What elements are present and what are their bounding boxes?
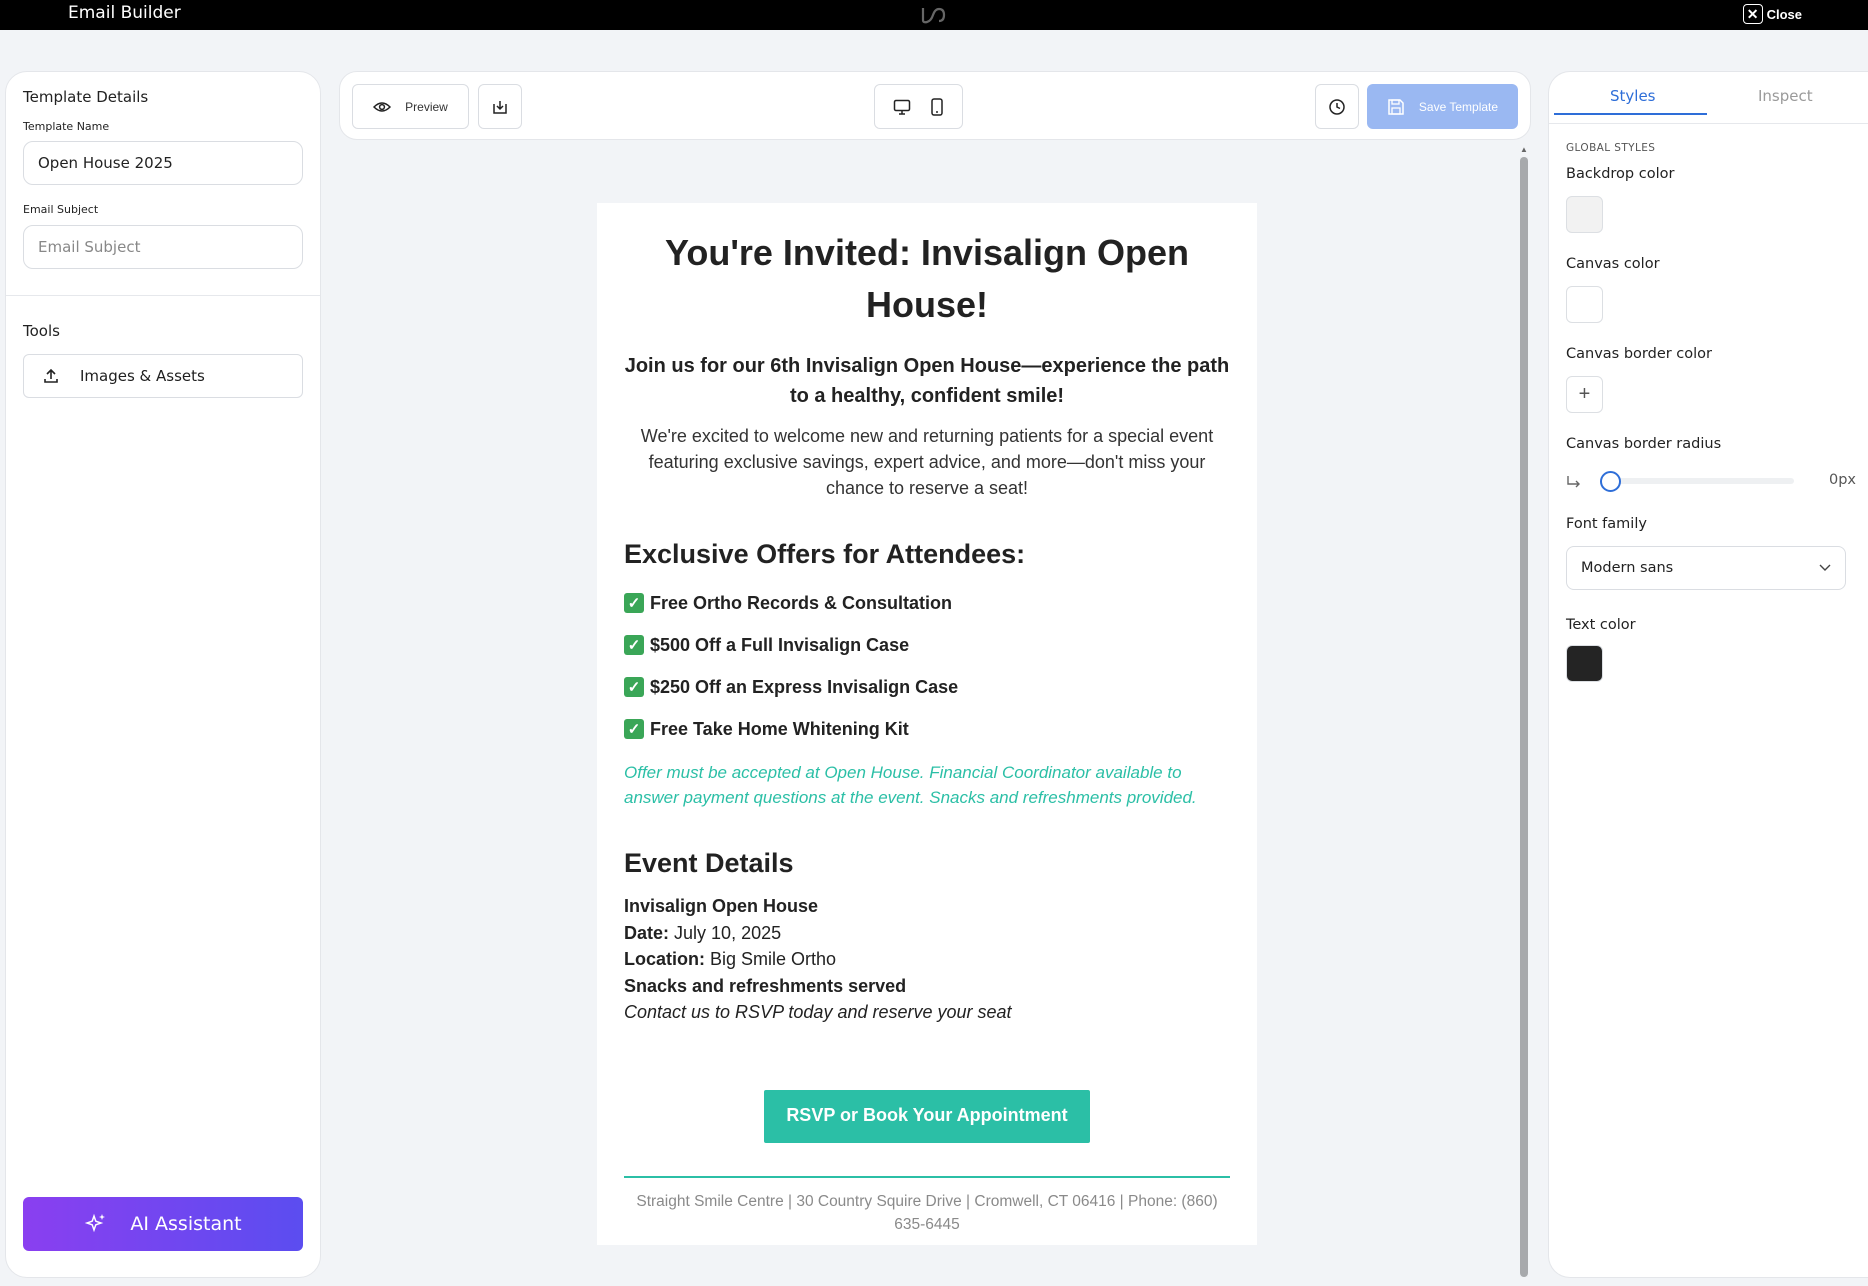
editor-toolbar: Preview Save Template [339,71,1531,140]
template-name-input[interactable] [23,141,303,185]
device-toggle [874,84,963,129]
checkmark-icon: ✓ [624,593,644,613]
top-bar: Email Builder ✕ Close [0,0,1868,30]
app-title: Email Builder [68,3,181,23]
email-subheading[interactable]: Join us for our 6th Invisalign Open Hous… [624,351,1230,411]
checkmark-icon: ✓ [624,719,644,739]
checkmark-icon: ✓ [624,677,644,697]
canvas-border-radius-label: Canvas border radius [1566,436,1722,452]
save-icon [1388,98,1404,115]
preview-label: Preview [405,99,448,114]
eye-icon [373,101,392,112]
border-radius-value: 0px [1828,472,1856,488]
close-label: Close [1766,6,1802,22]
offer-text: $250 Off an Express Invisalign Case [650,676,959,697]
right-panel: Styles Inspect GLOBAL STYLES Backdrop co… [1548,71,1868,1278]
date-value: July 10, 2025 [674,922,782,943]
checkmark-icon: ✓ [624,635,644,655]
canvas-scrollbar[interactable]: ▲ [1519,145,1529,1280]
backdrop-color-label: Backdrop color [1566,166,1675,182]
font-family-value: Modern sans [1581,560,1674,576]
canvas-color-swatch[interactable] [1566,286,1603,323]
images-assets-button[interactable]: Images & Assets [23,354,303,398]
mobile-icon[interactable] [930,97,944,116]
desktop-icon[interactable] [893,99,911,115]
backdrop-color-swatch[interactable] [1566,196,1603,233]
offer-item[interactable]: ✓ $250 Off an Express Invisalign Case [624,666,1230,708]
offer-item[interactable]: ✓ $500 Off a Full Invisalign Case [624,624,1230,666]
footer-divider [624,1175,1230,1178]
plus-icon: + [1578,383,1591,405]
font-family-select[interactable]: Modern sans [1566,546,1846,590]
global-styles-heading: GLOBAL STYLES [1566,142,1656,154]
save-template-label: Save Template [1418,99,1499,114]
corner-radius-icon [1567,476,1580,488]
location-value: Big Smile Ortho [710,949,837,969]
canvas-color-label: Canvas color [1566,256,1660,272]
font-family-label: Font family [1566,516,1647,532]
tab-inspect[interactable]: Inspect [1758,87,1813,105]
email-subject-input[interactable] [23,225,303,269]
text-color-label: Text color [1566,617,1636,633]
offer-text: Free Ortho Records & Consultation [650,592,953,613]
snacks-text: Snacks and refreshments served [624,975,907,996]
brand-logo-icon [921,7,946,24]
border-radius-slider-thumb[interactable] [1600,471,1621,492]
close-icon: ✕ [1742,4,1763,24]
event-date[interactable]: Date: July 10, 2025 [624,920,1230,947]
panel-tabs: Styles Inspect [1549,72,1868,124]
canvas-border-color-label: Canvas border color [1566,346,1713,362]
location-label: Location: [624,949,705,969]
event-name-text: Invisalign Open House [624,896,819,916]
email-canvas[interactable]: You're Invited: Invisalign Open House! J… [597,203,1257,1245]
offer-text: $500 Off a Full Invisalign Case [650,634,910,655]
divider [6,295,320,296]
event-contact[interactable]: Contact us to RSVP today and reserve you… [624,999,1230,1026]
text-color-swatch[interactable] [1566,645,1603,682]
email-subject-label: Email Subject [23,203,99,216]
email-footer[interactable]: Straight Smile Centre | 30 Country Squir… [624,1190,1230,1236]
offer-note[interactable]: Offer must be accepted at Open House. Fi… [624,760,1230,810]
event-heading[interactable]: Event Details [624,848,1230,879]
tab-styles[interactable]: Styles [1610,87,1656,105]
import-button[interactable] [478,84,522,129]
date-label: Date: [624,922,670,943]
upload-icon [44,368,58,383]
close-button[interactable]: ✕ Close [1742,4,1802,24]
template-name-label: Template Name [23,120,110,133]
template-details-title: Template Details [23,88,149,106]
sparkles-icon [85,1213,106,1233]
ai-assistant-label: AI Assistant [130,1213,242,1235]
history-button[interactable] [1315,84,1359,129]
email-heading[interactable]: You're Invited: Invisalign Open House! [624,227,1230,331]
add-border-color-button[interactable]: + [1566,376,1603,413]
clock-icon [1329,98,1345,115]
event-location[interactable]: Location: Big Smile Ortho [624,946,1230,973]
scrollbar-thumb[interactable] [1520,157,1528,1277]
import-icon [493,100,507,114]
event-snacks[interactable]: Snacks and refreshments served [624,973,1230,1000]
offer-text: Free Take Home Whitening Kit [650,718,909,739]
rsvp-button[interactable]: RSVP or Book Your Appointment [764,1089,1090,1143]
offer-item[interactable]: ✓ Free Take Home Whitening Kit [624,708,1230,750]
border-radius-slider-track[interactable] [1608,478,1794,484]
scroll-up-arrow-icon[interactable]: ▲ [1520,145,1528,154]
active-tab-indicator [1554,113,1707,115]
border-radius-slider-row: 0px [1566,467,1856,495]
left-panel: Template Details Template Name Email Sub… [5,71,321,1278]
images-assets-label: Images & Assets [80,367,205,385]
offers-heading[interactable]: Exclusive Offers for Attendees: [624,539,1230,570]
ai-assistant-button[interactable]: AI Assistant [23,1197,303,1251]
tools-title: Tools [23,322,60,340]
chevron-down-icon [1819,564,1831,571]
email-intro[interactable]: We're excited to welcome new and returni… [624,423,1230,501]
save-template-button[interactable]: Save Template [1367,84,1518,129]
event-name[interactable]: Invisalign Open House [624,893,1230,920]
preview-button[interactable]: Preview [352,84,469,129]
offer-item[interactable]: ✓ Free Ortho Records & Consultation [624,582,1230,624]
